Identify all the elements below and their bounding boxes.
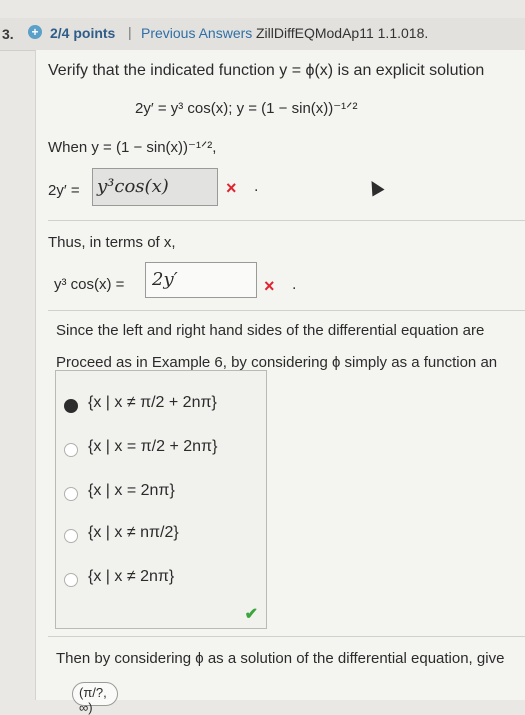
answer2-input[interactable]: 2y′ bbox=[145, 262, 257, 298]
divider bbox=[48, 310, 525, 311]
since-line: Since the left and right hand sides of t… bbox=[56, 322, 485, 339]
lhs1-label: 2y′ = bbox=[48, 182, 80, 199]
previous-answers-link[interactable]: Previous Answers bbox=[141, 25, 252, 41]
radio-selected[interactable] bbox=[64, 399, 78, 413]
proceed-line: Proceed as in Example 6, by considering … bbox=[56, 354, 498, 371]
question-header: 3. + 2/4 points | Previous Answers ZillD… bbox=[0, 18, 525, 51]
then-line: Then by considering ϕ as a solution of t… bbox=[56, 650, 505, 667]
domain-choices: {x | x ≠ π/2 + 2nπ} {x | x = π/2 + 2nπ} … bbox=[55, 370, 267, 629]
answer1-incorrect-icon: × bbox=[226, 178, 237, 198]
radio-button[interactable] bbox=[64, 487, 78, 501]
problem-prompt: Verify that the indicated function y = ϕ… bbox=[48, 62, 485, 79]
given-equation: 2y′ = y³ cos(x); y = (1 − sin(x))⁻¹ᐟ² bbox=[135, 100, 358, 117]
when-line: When y = (1 − sin(x))⁻¹ᐟ², bbox=[48, 139, 217, 156]
answer1-input[interactable]: y³cos(x) bbox=[92, 168, 218, 206]
radio-button[interactable] bbox=[64, 443, 78, 457]
answer2-incorrect-icon: × bbox=[264, 276, 275, 296]
interval-choice[interactable]: (π/?, ∞) bbox=[72, 682, 118, 715]
divider bbox=[48, 636, 525, 637]
answer2-dot: . bbox=[292, 276, 297, 293]
choice-label: {x | x = 2nπ} bbox=[88, 482, 175, 499]
divider bbox=[48, 220, 525, 221]
choice-label: {x | x ≠ π/2 + 2nπ} bbox=[88, 394, 217, 411]
radio-button[interactable] bbox=[64, 573, 78, 587]
correct-check-icon: ✔ bbox=[244, 606, 258, 623]
choice-label: {x | x ≠ 2nπ} bbox=[88, 568, 175, 585]
header-separator: | bbox=[128, 24, 132, 40]
interval-choice-label: (π/?, ∞) bbox=[79, 685, 107, 715]
lhs2-label: y³ cos(x) = bbox=[54, 276, 125, 293]
points-label: 2/4 points bbox=[50, 25, 116, 41]
choice-label: {x | x ≠ nπ/2} bbox=[88, 524, 179, 541]
answer1-dot: . bbox=[254, 178, 259, 195]
radio-button[interactable] bbox=[64, 529, 78, 543]
choice-label: {x | x = π/2 + 2nπ} bbox=[88, 438, 218, 455]
question-number: 3. bbox=[2, 26, 14, 42]
thus-line: Thus, in terms of x, bbox=[48, 234, 176, 251]
expand-plus-icon[interactable]: + bbox=[28, 25, 42, 39]
problem-code: ZillDiffEQModAp11 1.1.018. bbox=[256, 25, 429, 41]
